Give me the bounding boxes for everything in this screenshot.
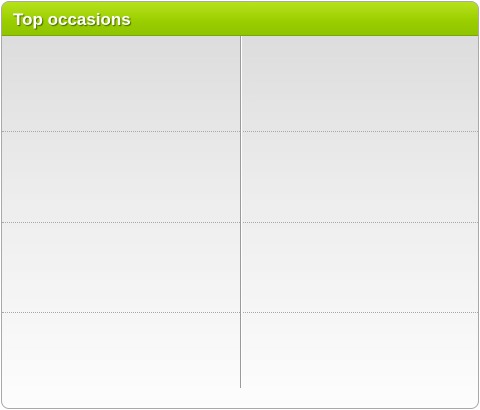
occasion-cell: [243, 313, 478, 401]
panel-header: Top occasions: [2, 2, 478, 36]
occasion-cell: [243, 132, 478, 220]
occasion-cell: [2, 313, 238, 401]
occasion-cell: [243, 223, 478, 311]
top-occasions-panel: Top occasions: [1, 1, 479, 409]
occasion-cell: [243, 36, 478, 124]
column-divider: [240, 36, 242, 388]
occasion-cell: [2, 36, 238, 124]
panel-title: Top occasions: [13, 10, 131, 29]
occasions-grid: [2, 36, 478, 408]
occasion-cell: [2, 223, 238, 311]
occasion-cell: [2, 132, 238, 220]
